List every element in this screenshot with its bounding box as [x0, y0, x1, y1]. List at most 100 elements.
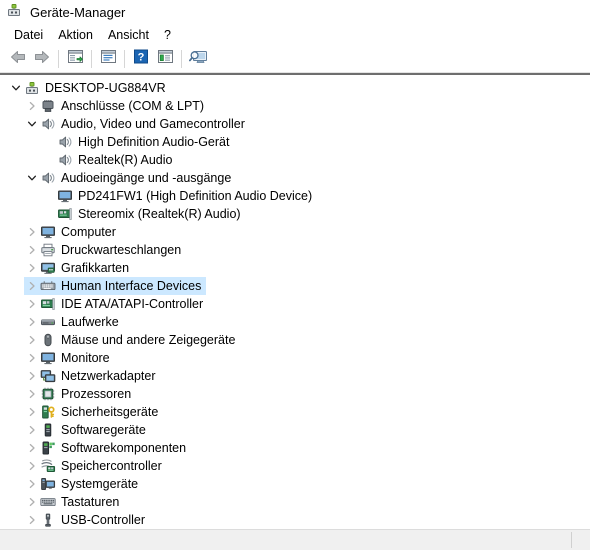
tree-node-stereomix[interactable]: Stereomix (Realtek(R) Audio) — [0, 205, 590, 223]
tree-row-content: PD241FW1 (High Definition Audio Device) — [41, 187, 317, 205]
title-bar: Geräte-Manager — [0, 0, 590, 24]
tree-row-content: Prozessoren — [24, 385, 136, 403]
tree-node-audioeingaenge-und-ausgaenge[interactable]: Audioeingänge und -ausgänge — [0, 169, 590, 187]
chevron-right-icon[interactable] — [24, 314, 40, 330]
tree-row-content: Druckwarteschlangen — [24, 241, 186, 259]
chevron-right-icon[interactable] — [24, 458, 40, 474]
tree-row-content: Sicherheitsgeräte — [24, 403, 163, 421]
toolbar-separator — [124, 50, 125, 68]
status-bar — [0, 529, 590, 550]
update-driver-button[interactable] — [153, 48, 177, 70]
system-device-icon — [40, 476, 56, 492]
svg-text:?: ? — [138, 51, 145, 63]
menu-ansicht[interactable]: Ansicht — [102, 26, 158, 44]
scan-hardware-changes-icon — [188, 49, 208, 70]
usb-icon — [40, 512, 56, 528]
tree-node-label: Stereomix (Realtek(R) Audio) — [78, 207, 241, 221]
tree-row-content: Netzwerkadapter — [24, 367, 161, 385]
tree-row-content: High Definition Audio-Gerät — [41, 133, 234, 151]
tree-row-content: Anschlüsse (COM & LPT) — [24, 97, 209, 115]
menu-datei[interactable]: Datei — [8, 26, 52, 44]
tree-node-label: Speichercontroller — [61, 459, 162, 473]
tree-node-high-definition-audio-geraet[interactable]: High Definition Audio-Gerät — [0, 133, 590, 151]
speaker-icon — [40, 170, 56, 186]
help-button[interactable]: ? — [129, 48, 153, 70]
tree-node-label: DESKTOP-UG884VR — [45, 81, 166, 95]
no-twisty-spacer — [41, 206, 57, 222]
chevron-right-icon[interactable] — [24, 386, 40, 402]
menu-aktion[interactable]: Aktion — [52, 26, 102, 44]
processor-icon — [40, 386, 56, 402]
tree-row-content: Monitore — [24, 349, 115, 367]
tree-node-label: Systemgeräte — [61, 477, 139, 491]
tree-node-maeuse-und-andere-zeigegeraete[interactable]: Mäuse und andere Zeigegeräte — [0, 331, 590, 349]
tree-node-computer[interactable]: Computer — [0, 223, 590, 241]
tree-node-label: Anschlüsse (COM & LPT) — [61, 99, 205, 113]
scan-hardware-changes-button[interactable] — [186, 48, 210, 70]
mouse-icon — [40, 332, 56, 348]
tree-node-ide-ata-atapi-controller[interactable]: IDE ATA/ATAPI-Controller — [0, 295, 590, 313]
tree-node-laufwerke[interactable]: Laufwerke — [0, 313, 590, 331]
chevron-down-icon[interactable] — [8, 80, 24, 96]
show-hidden-devices-button[interactable] — [96, 48, 120, 70]
chevron-right-icon[interactable] — [24, 260, 40, 276]
tree-node-audio-video-gamecontroller[interactable]: Audio, Video und Gamecontroller — [0, 115, 590, 133]
tree-node-human-interface-devices[interactable]: Human Interface Devices — [0, 277, 590, 295]
back-button[interactable] — [6, 48, 30, 70]
properties-button[interactable] — [63, 48, 87, 70]
software-device-icon — [40, 422, 56, 438]
tree-node-monitore[interactable]: Monitore — [0, 349, 590, 367]
tree-node-usb-controller[interactable]: USB-Controller — [0, 511, 590, 529]
tree-node-grafikkarten[interactable]: Grafikkarten — [0, 259, 590, 277]
tree-node-label: Human Interface Devices — [61, 279, 202, 293]
tree-row-content: Audio, Video und Gamecontroller — [24, 115, 250, 133]
tree-node-softwarekomponenten[interactable]: Softwarekomponenten — [0, 439, 590, 457]
chevron-down-icon[interactable] — [24, 170, 40, 186]
chevron-right-icon[interactable] — [24, 98, 40, 114]
tree-node-label: IDE ATA/ATAPI-Controller — [61, 297, 204, 311]
tree-row-content: Speichercontroller — [24, 457, 167, 475]
tree-node-label: Softwaregeräte — [61, 423, 146, 437]
chevron-down-icon[interactable] — [24, 116, 40, 132]
tree-node-sicherheitsgeraete[interactable]: Sicherheitsgeräte — [0, 403, 590, 421]
chevron-right-icon[interactable] — [24, 404, 40, 420]
chevron-right-icon[interactable] — [24, 368, 40, 384]
tree-node-realtek-audio[interactable]: Realtek(R) Audio — [0, 151, 590, 169]
chevron-right-icon[interactable] — [24, 350, 40, 366]
chevron-right-icon[interactable] — [24, 476, 40, 492]
tree-node-tastaturen[interactable]: Tastaturen — [0, 493, 590, 511]
chevron-right-icon[interactable] — [24, 512, 40, 528]
computer-root-icon — [24, 80, 40, 96]
tree-row-content: Laufwerke — [24, 313, 124, 331]
tree-node-systemgeraete[interactable]: Systemgeräte — [0, 475, 590, 493]
tree-row-content: Realtek(R) Audio — [41, 151, 178, 169]
chevron-right-icon[interactable] — [24, 242, 40, 258]
no-twisty-spacer — [41, 134, 57, 150]
tree-node-anschluesse[interactable]: Anschlüsse (COM & LPT) — [0, 97, 590, 115]
tree-node-netzwerkadapter[interactable]: Netzwerkadapter — [0, 367, 590, 385]
ide-controller-icon — [40, 296, 56, 312]
chevron-right-icon[interactable] — [24, 332, 40, 348]
tree-node-label: Tastaturen — [61, 495, 120, 509]
chevron-right-icon[interactable] — [24, 278, 40, 294]
tree-node-druckwarteschlangen[interactable]: Druckwarteschlangen — [0, 241, 590, 259]
tree-node-label: Prozessoren — [61, 387, 132, 401]
chevron-right-icon[interactable] — [24, 422, 40, 438]
chevron-right-icon[interactable] — [24, 494, 40, 510]
menu-hilfe[interactable]: ? — [158, 26, 180, 44]
speaker-icon — [40, 116, 56, 132]
chevron-right-icon[interactable] — [24, 224, 40, 240]
tree-node-label: Realtek(R) Audio — [78, 153, 173, 167]
tree-node-prozessoren[interactable]: Prozessoren — [0, 385, 590, 403]
chevron-right-icon[interactable] — [24, 440, 40, 456]
tree-node-speichercontroller[interactable]: Speichercontroller — [0, 457, 590, 475]
device-tree[interactable]: DESKTOP-UG884VR Anschlüsse (COM & LPT) A… — [0, 75, 590, 529]
tree-row-content: Stereomix (Realtek(R) Audio) — [41, 205, 246, 223]
tree-node-desktop-ug884vr[interactable]: DESKTOP-UG884VR — [0, 79, 590, 97]
tree-node-pd241fw1[interactable]: PD241FW1 (High Definition Audio Device) — [0, 187, 590, 205]
forward-button[interactable] — [30, 48, 54, 70]
toolbar-separator — [58, 50, 59, 68]
tree-node-softwaregeraete[interactable]: Softwaregeräte — [0, 421, 590, 439]
chevron-right-icon[interactable] — [24, 296, 40, 312]
tree-node-label: Netzwerkadapter — [61, 369, 156, 383]
